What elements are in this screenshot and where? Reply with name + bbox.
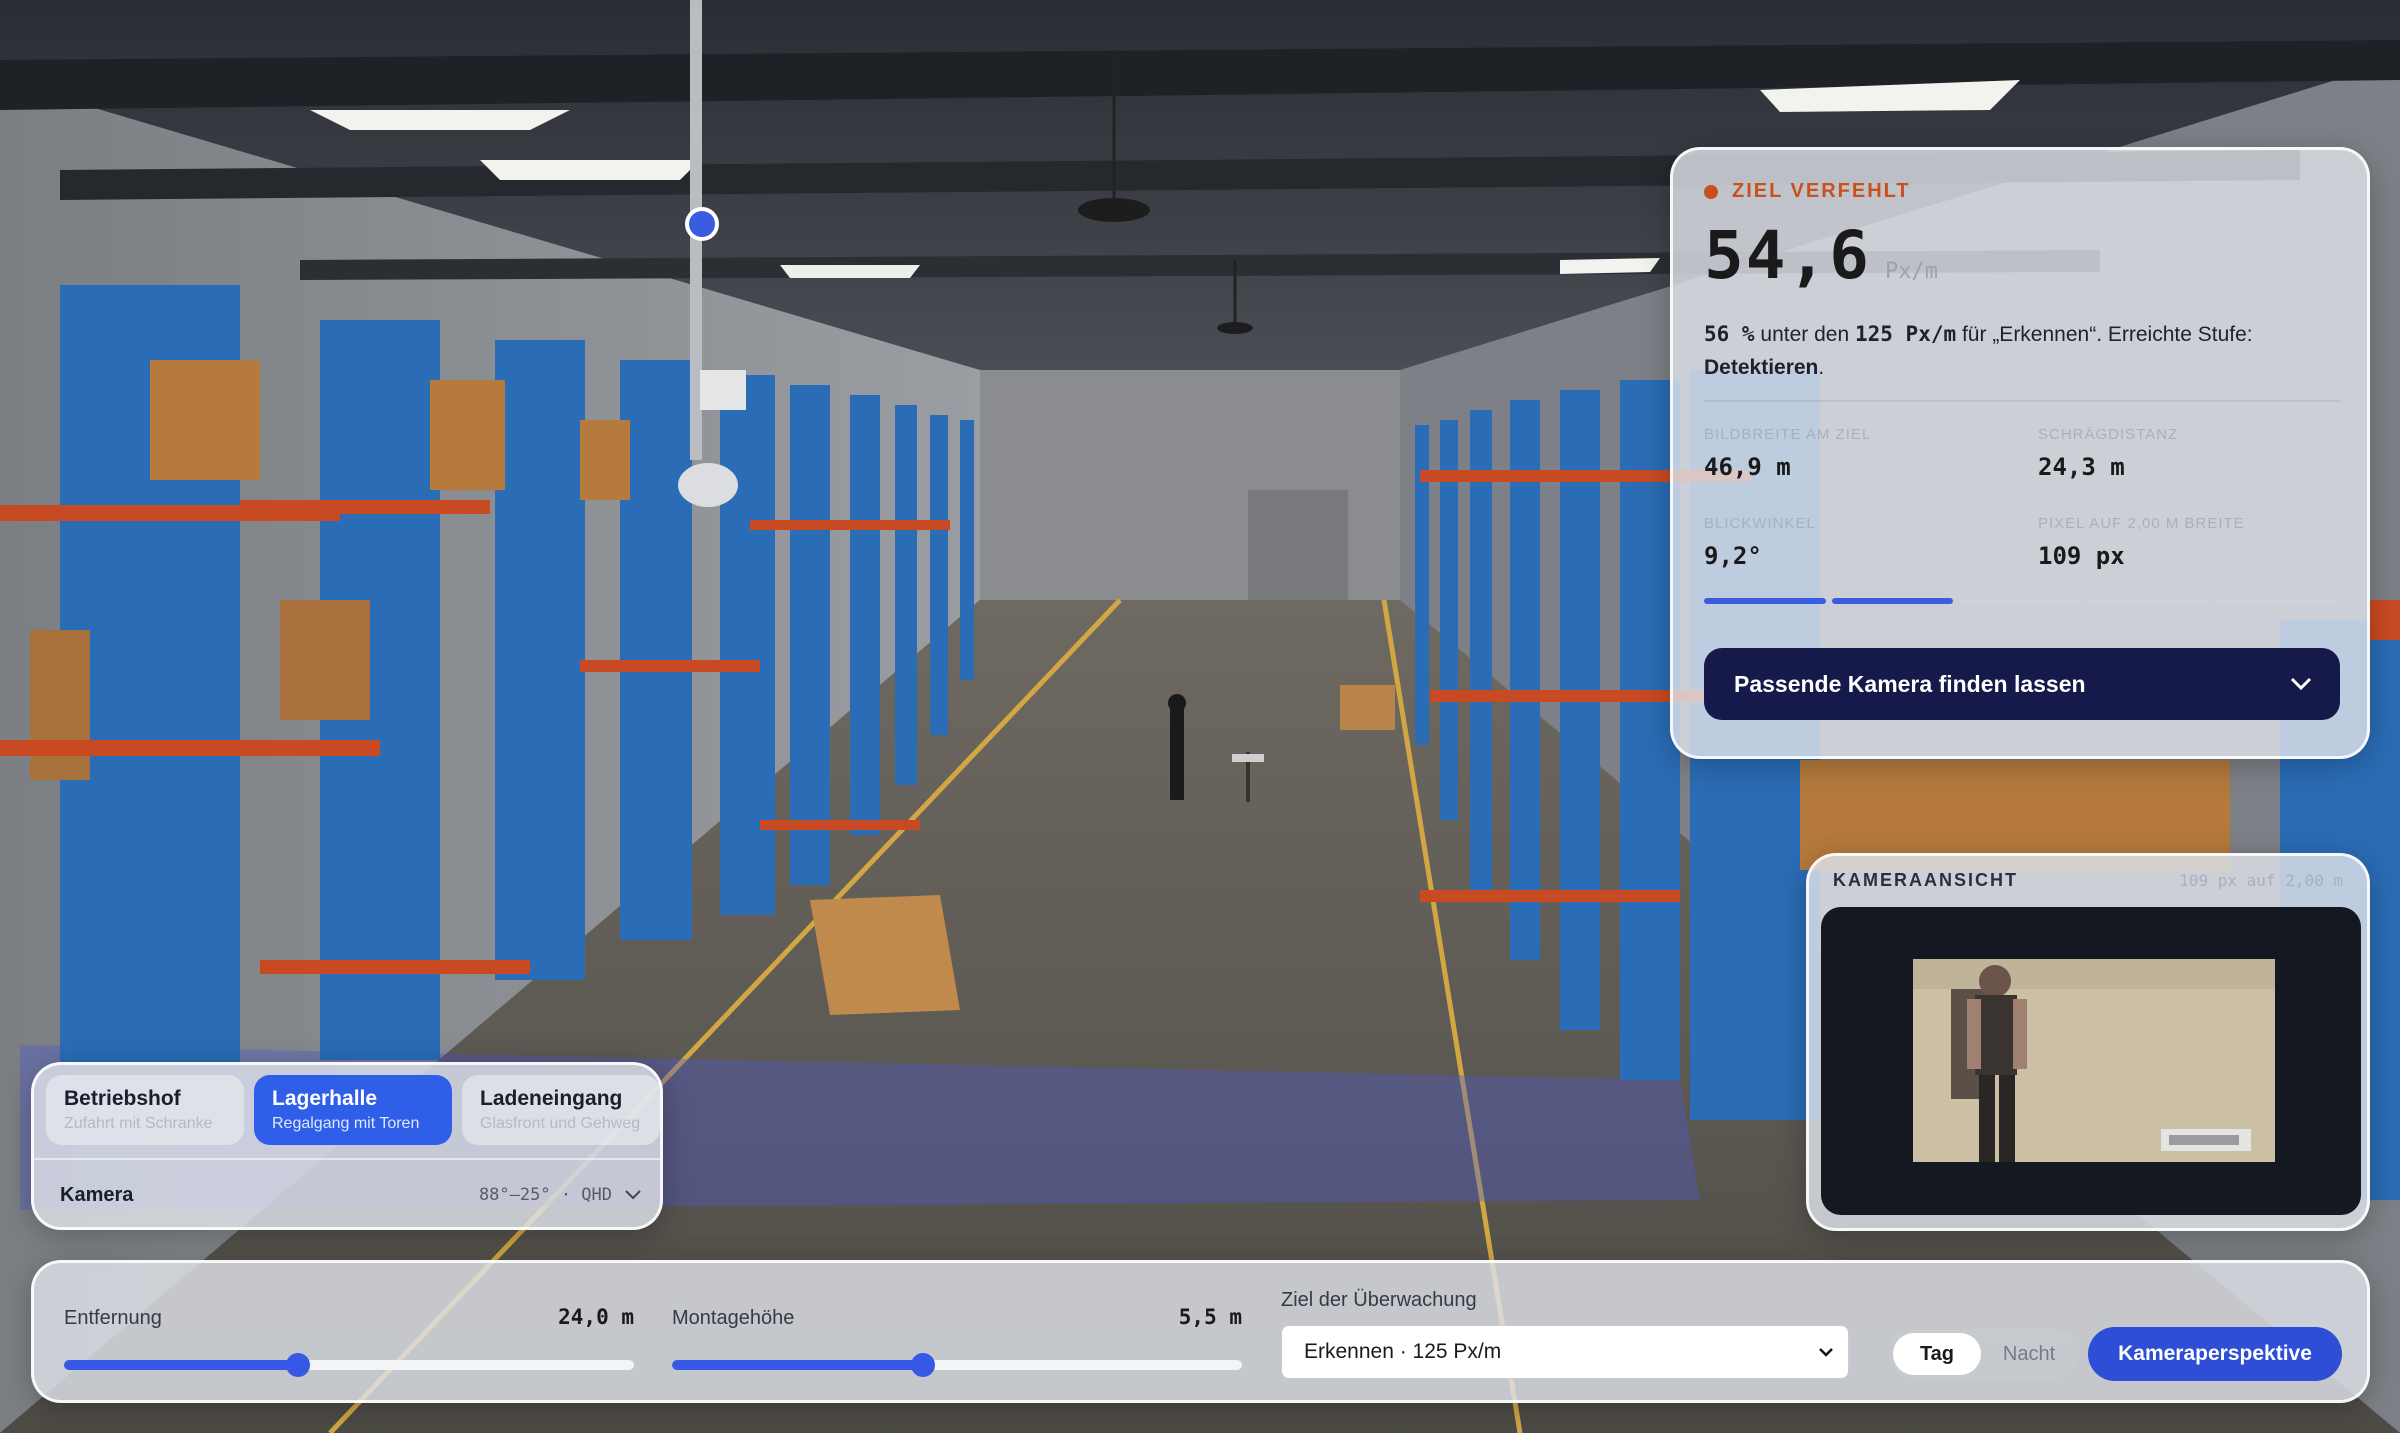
status-text: ZIEL VERFEHLT <box>1732 180 1911 202</box>
height-label: Montagehöhe <box>672 1307 795 1329</box>
pixel-density-value: 54,6 <box>1704 217 1871 294</box>
height-slider-block: Montagehöhe 5,5 m <box>672 1305 1242 1377</box>
height-slider-head: Montagehöhe 5,5 m <box>672 1305 1242 1330</box>
distance-slider-fill <box>64 1360 298 1370</box>
camera-view-header: KAMERAANSICHT 109 px auf 2,00 m <box>1821 870 2355 891</box>
result-summary: 56 % unter den 125 Px/m für „Erkennen“. … <box>1704 318 2334 384</box>
goal-label: Ziel der Überwachung <box>1281 1289 1477 1311</box>
chevron-down-icon <box>625 1190 641 1200</box>
level-segment <box>1831 598 1954 604</box>
control-bar: Entfernung 24,0 m Montagehöhe 5,5 m Ziel… <box>31 1260 2370 1403</box>
metric-value: 46,9 m <box>1704 453 1791 481</box>
result-panel: ZIEL VERFEHLT 54,6 Px/m 56 % unter den 1… <box>1670 147 2370 759</box>
camera-spec: 88°–25° · QHD <box>478 1185 612 1205</box>
metric-value: 109 px <box>2038 542 2125 570</box>
day-night-toggle: Tag Nacht <box>1889 1329 2079 1379</box>
night-option[interactable]: Nacht <box>1985 1333 2073 1375</box>
camera-selector-label: Kamera <box>60 1183 134 1206</box>
summary-text-end: . <box>1818 356 1825 379</box>
camera-view-screen <box>1821 907 2361 1215</box>
metric-label: Blickwinkel <box>1704 515 1816 532</box>
metric-view-angle: Blickwinkel 9,2° <box>1704 515 2038 570</box>
metric-grid: Bildbreite am Ziel 46,9 m Schrägdistanz … <box>1704 426 2336 570</box>
find-camera-button[interactable]: Passende Kamera finden lassen <box>1704 648 2340 720</box>
pixel-density-unit: Px/m <box>1884 259 1938 284</box>
camera-preview-render <box>1913 959 2275 1162</box>
summary-text-b: für „Erkennen“. Erreichte Stufe: <box>1956 323 2253 346</box>
height-value: 5,5 m <box>1178 1305 1242 1329</box>
find-camera-label: Passende Kamera finden lassen <box>1734 670 2086 697</box>
tab-ladeneingang[interactable]: Ladeneingang Glasfront und Gehweg <box>462 1075 660 1145</box>
height-slider-thumb[interactable] <box>910 1353 935 1377</box>
tab-name: Ladeneingang <box>480 1087 623 1110</box>
distance-value: 24,0 m <box>558 1305 634 1329</box>
distance-slider-thumb[interactable] <box>285 1353 310 1377</box>
summary-target: 125 Px/m <box>1854 322 1957 346</box>
metric-value: 9,2° <box>1704 542 1762 570</box>
scenario-tabs: Betriebshof Zufahrt mit Schranke Lagerha… <box>34 1065 660 1145</box>
summary-percent: 56 % <box>1704 322 1755 346</box>
camera-view-hint: 109 px auf 2,00 m <box>2179 871 2343 890</box>
tab-subtitle: Zufahrt mit Schranke <box>64 1115 213 1132</box>
tab-lagerhalle[interactable]: Lagerhalle Regalgang mit Toren <box>254 1075 452 1145</box>
day-option[interactable]: Tag <box>1893 1333 1981 1375</box>
status-row: ZIEL VERFEHLT <box>1704 180 2336 203</box>
metric-slant-distance: Schrägdistanz 24,3 m <box>2038 426 2338 481</box>
camera-view-panel: KAMERAANSICHT 109 px auf 2,00 m <box>1806 853 2370 1231</box>
tab-name: Lagerhalle <box>272 1087 378 1110</box>
tab-betriebshof[interactable]: Betriebshof Zufahrt mit Schranke <box>46 1075 244 1145</box>
status-dot-icon <box>1704 184 1718 199</box>
goal-select-value: Erkennen · 125 Px/m <box>1304 1340 1502 1363</box>
distance-slider[interactable] <box>64 1353 634 1377</box>
camera-selector[interactable]: Kamera 88°–25° · QHD <box>34 1158 660 1227</box>
chevron-down-icon <box>2290 677 2312 691</box>
summary-level: Detektieren <box>1704 356 1819 379</box>
level-segment <box>2214 598 2336 604</box>
pixel-density-row: 54,6 Px/m <box>1704 217 2336 294</box>
scenario-panel: Betriebshof Zufahrt mit Schranke Lagerha… <box>31 1062 663 1230</box>
tab-subtitle: Glasfront und Gehweg <box>480 1115 641 1132</box>
level-bar <box>1704 598 2336 604</box>
goal-select[interactable]: Erkennen · 125 Px/m <box>1281 1325 1849 1379</box>
metric-label: Bildbreite am Ziel <box>1704 426 1872 443</box>
distance-label: Entfernung <box>64 1307 162 1329</box>
summary-text-a: unter den <box>1754 323 1855 346</box>
metric-image-width: Bildbreite am Ziel 46,9 m <box>1704 426 2038 481</box>
metric-label: Pixel auf 2,00 m Breite <box>2038 515 2245 532</box>
height-slider-fill <box>672 1360 923 1370</box>
tab-name: Betriebshof <box>64 1087 181 1110</box>
result-divider <box>1704 400 2340 402</box>
level-segment <box>2086 598 2209 604</box>
level-segment <box>1959 598 2081 604</box>
camera-perspective-button[interactable]: Kameraperspektive <box>2088 1327 2342 1381</box>
distance-slider-block: Entfernung 24,0 m <box>64 1305 634 1377</box>
metric-pixels-on-width: Pixel auf 2,00 m Breite 109 px <box>2038 515 2338 570</box>
camera-selector-value: 88°–25° · QHD <box>479 1185 642 1205</box>
camera-preview-image <box>1913 959 2275 1162</box>
metric-value: 24,3 m <box>2038 453 2125 481</box>
metric-label: Schrägdistanz <box>2038 426 2179 443</box>
distance-slider-head: Entfernung 24,0 m <box>64 1305 634 1330</box>
tab-subtitle: Regalgang mit Toren <box>272 1115 420 1132</box>
level-segment <box>1704 598 1826 604</box>
camera-view-title: KAMERAANSICHT <box>1833 870 2018 890</box>
height-slider[interactable] <box>672 1353 1242 1377</box>
chevron-down-icon <box>1819 1348 1833 1357</box>
